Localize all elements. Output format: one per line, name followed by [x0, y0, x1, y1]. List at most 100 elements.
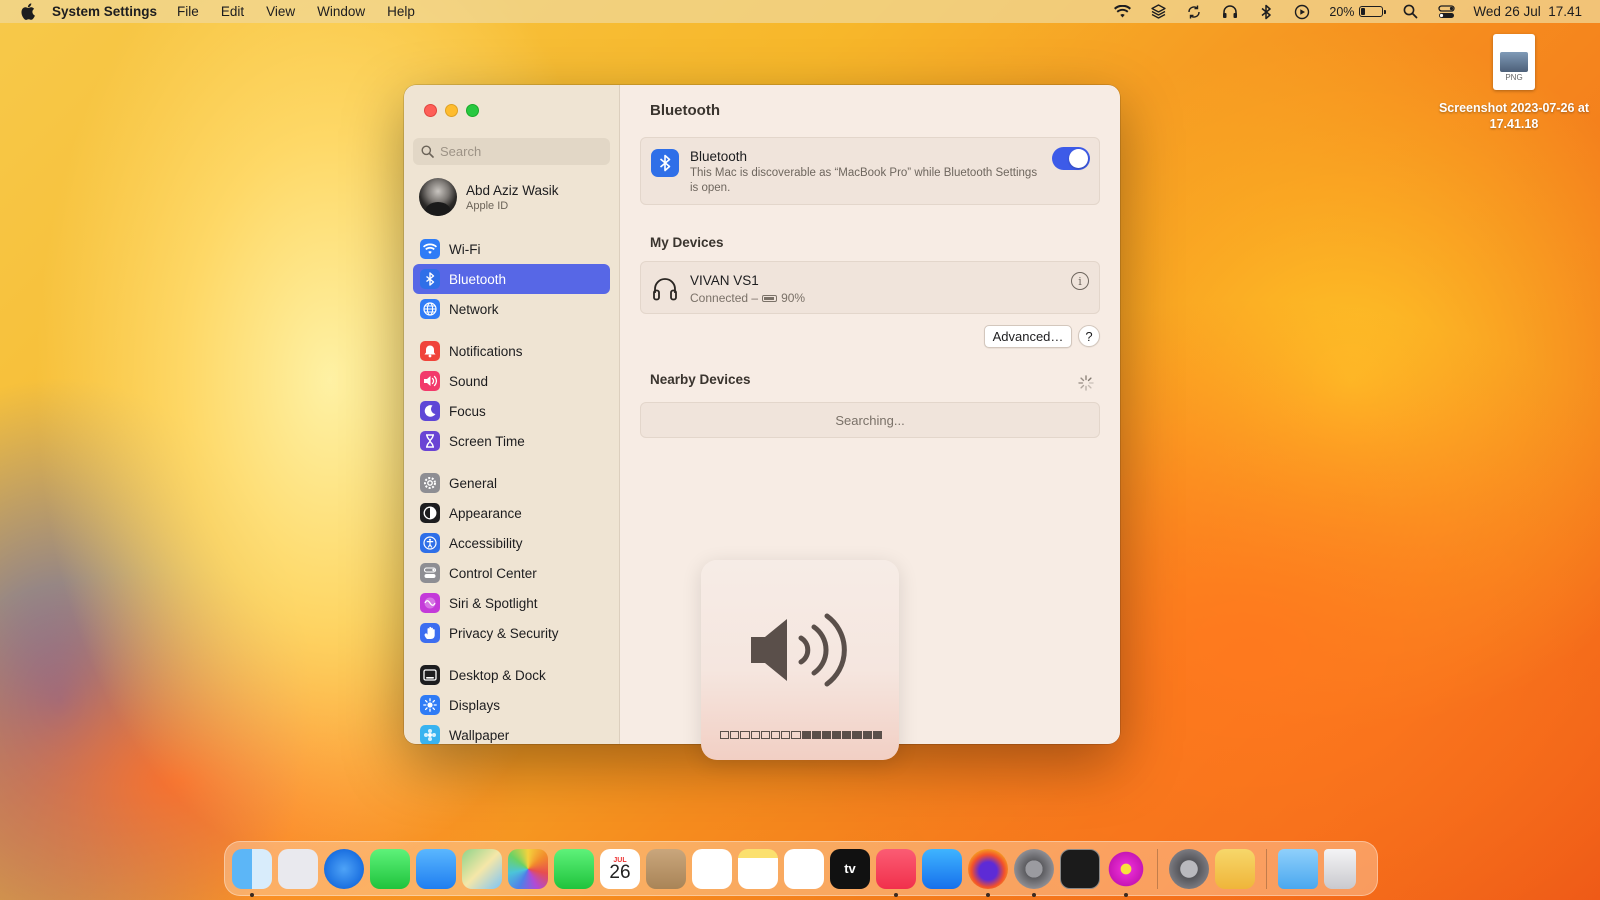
sync-icon[interactable] [1185, 4, 1203, 20]
accessibility-icon [420, 533, 440, 553]
sidebar-item-sound[interactable]: Sound [413, 366, 610, 396]
bluetooth-toggle[interactable] [1052, 147, 1090, 170]
advanced-button[interactable]: Advanced… [984, 325, 1072, 348]
battery-status[interactable]: 20% [1329, 5, 1387, 19]
menubar-clock[interactable]: Wed 26 Jul 17.41 [1473, 4, 1582, 19]
apple-id-account[interactable]: Abd Aziz Wasik Apple ID [419, 178, 559, 216]
info-icon[interactable]: i [1071, 272, 1089, 290]
sidebar-item-displays[interactable]: Displays [413, 690, 610, 720]
desktop-file[interactable]: PNG Screenshot 2023-07-26 at 17.41.18 [1436, 34, 1592, 132]
music-icon[interactable] [876, 848, 916, 897]
terminal-icon[interactable] [1060, 848, 1100, 889]
sidebar-item-bluetooth[interactable]: Bluetooth [413, 264, 610, 294]
speaker-icon [420, 371, 440, 391]
flower-app-icon[interactable] [1106, 848, 1146, 897]
control-center-icon [420, 563, 440, 583]
photos-icon[interactable] [508, 848, 548, 889]
calendar-day: 26 [609, 862, 631, 883]
bluetooth-icon[interactable] [1257, 4, 1275, 20]
volume-segment [740, 731, 750, 739]
sidebar-item-label: Sound [449, 373, 489, 389]
play-icon[interactable] [1293, 4, 1311, 20]
app-store-icon[interactable] [922, 848, 962, 889]
sidebar-item-label: Network [449, 301, 499, 317]
avatar [419, 178, 457, 216]
device-row[interactable]: VIVAN VS1 Connected – 90% i [640, 261, 1100, 314]
freeform-icon[interactable] [784, 848, 824, 889]
appearance-icon [420, 503, 440, 523]
sidebar-item-label: Desktop & Dock [449, 667, 546, 683]
reminders-icon[interactable] [692, 848, 732, 889]
help-menu[interactable]: Help [387, 4, 415, 19]
zoom-button[interactable] [466, 104, 479, 117]
messages-icon[interactable] [370, 848, 410, 889]
account-name: Abd Aziz Wasik [466, 182, 559, 198]
sidebar-item-focus[interactable]: Focus [413, 396, 610, 426]
search-icon [421, 145, 434, 158]
maps-icon[interactable] [462, 848, 502, 889]
volume-segment [811, 731, 821, 739]
launchpad-icon[interactable] [278, 848, 318, 889]
sidebar-item-privacy-security[interactable]: Privacy & Security [413, 618, 610, 648]
window-menu[interactable]: Window [317, 4, 365, 19]
disk-utility-icon[interactable] [1169, 848, 1209, 889]
help-button[interactable]: ? [1078, 325, 1100, 347]
layers-icon[interactable] [1149, 4, 1167, 20]
bluetooth-card: Bluetooth This Mac is discoverable as “M… [640, 137, 1100, 205]
siri-icon [420, 593, 440, 613]
sidebar-item-label: Wallpaper [449, 727, 510, 743]
nearby-devices-heading: Nearby Devices [650, 372, 751, 387]
facetime-icon[interactable] [554, 848, 594, 889]
file-menu[interactable]: File [177, 4, 199, 19]
notes-icon[interactable] [738, 848, 778, 889]
dock: JUL 26 tv [224, 841, 1378, 897]
calendar-icon[interactable]: JUL 26 [600, 848, 640, 889]
app-name-menu[interactable]: System Settings [52, 4, 157, 19]
sidebar-item-desktop-dock[interactable]: Desktop & Dock [413, 660, 610, 690]
sidebar-item-notifications[interactable]: Notifications [413, 336, 610, 366]
menu-bar: System Settings File Edit View Window He… [0, 0, 1600, 23]
sidebar-search[interactable] [413, 138, 610, 165]
minimize-button[interactable] [445, 104, 458, 117]
nearby-devices-list: Searching... [640, 402, 1100, 438]
close-button[interactable] [424, 104, 437, 117]
mail-icon[interactable] [416, 848, 456, 889]
downloads-folder-icon[interactable] [1278, 848, 1318, 889]
headphones-icon [651, 275, 679, 308]
system-settings-icon[interactable] [1014, 848, 1054, 897]
firefox-icon[interactable] [968, 848, 1008, 897]
edit-menu[interactable]: Edit [221, 4, 244, 19]
recycle-icon[interactable] [1215, 848, 1255, 889]
sidebar-item-control-center[interactable]: Control Center [413, 558, 610, 588]
sidebar-item-siri-spotlight[interactable]: Siri & Spotlight [413, 588, 610, 618]
sidebar-item-label: Bluetooth [449, 271, 507, 287]
contacts-icon[interactable] [646, 848, 686, 889]
tv-icon[interactable]: tv [830, 848, 870, 889]
sidebar-item-screen-time[interactable]: Screen Time [413, 426, 610, 456]
headphones-icon[interactable] [1221, 4, 1239, 20]
sidebar-item-wallpaper[interactable]: Wallpaper [413, 720, 610, 744]
moon-icon [420, 401, 440, 421]
sidebar-item-label: Screen Time [449, 433, 525, 449]
globe-icon [420, 299, 440, 319]
spotlight-icon[interactable] [1401, 4, 1419, 20]
sidebar-item-network[interactable]: Network [413, 294, 610, 324]
wifi-icon[interactable] [1113, 4, 1131, 20]
search-input[interactable] [440, 144, 600, 159]
sidebar-item-appearance[interactable]: Appearance [413, 498, 610, 528]
sidebar-item-label: Control Center [449, 565, 537, 581]
gear-icon [420, 473, 440, 493]
volume-segment [720, 731, 730, 739]
sidebar-item-wi-fi[interactable]: Wi-Fi [413, 234, 610, 264]
finder-icon[interactable] [232, 848, 272, 897]
trash-icon[interactable] [1324, 848, 1356, 889]
sidebar-item-label: General [449, 475, 498, 491]
tv-label: tv [844, 861, 856, 876]
safari-icon[interactable] [324, 848, 364, 889]
control-center-icon[interactable] [1437, 4, 1455, 20]
sidebar-item-accessibility[interactable]: Accessibility [413, 528, 610, 558]
apple-menu-icon[interactable] [18, 3, 36, 21]
sidebar-item-general[interactable]: General [413, 468, 610, 498]
view-menu[interactable]: View [266, 4, 295, 19]
flower-icon [420, 725, 440, 744]
